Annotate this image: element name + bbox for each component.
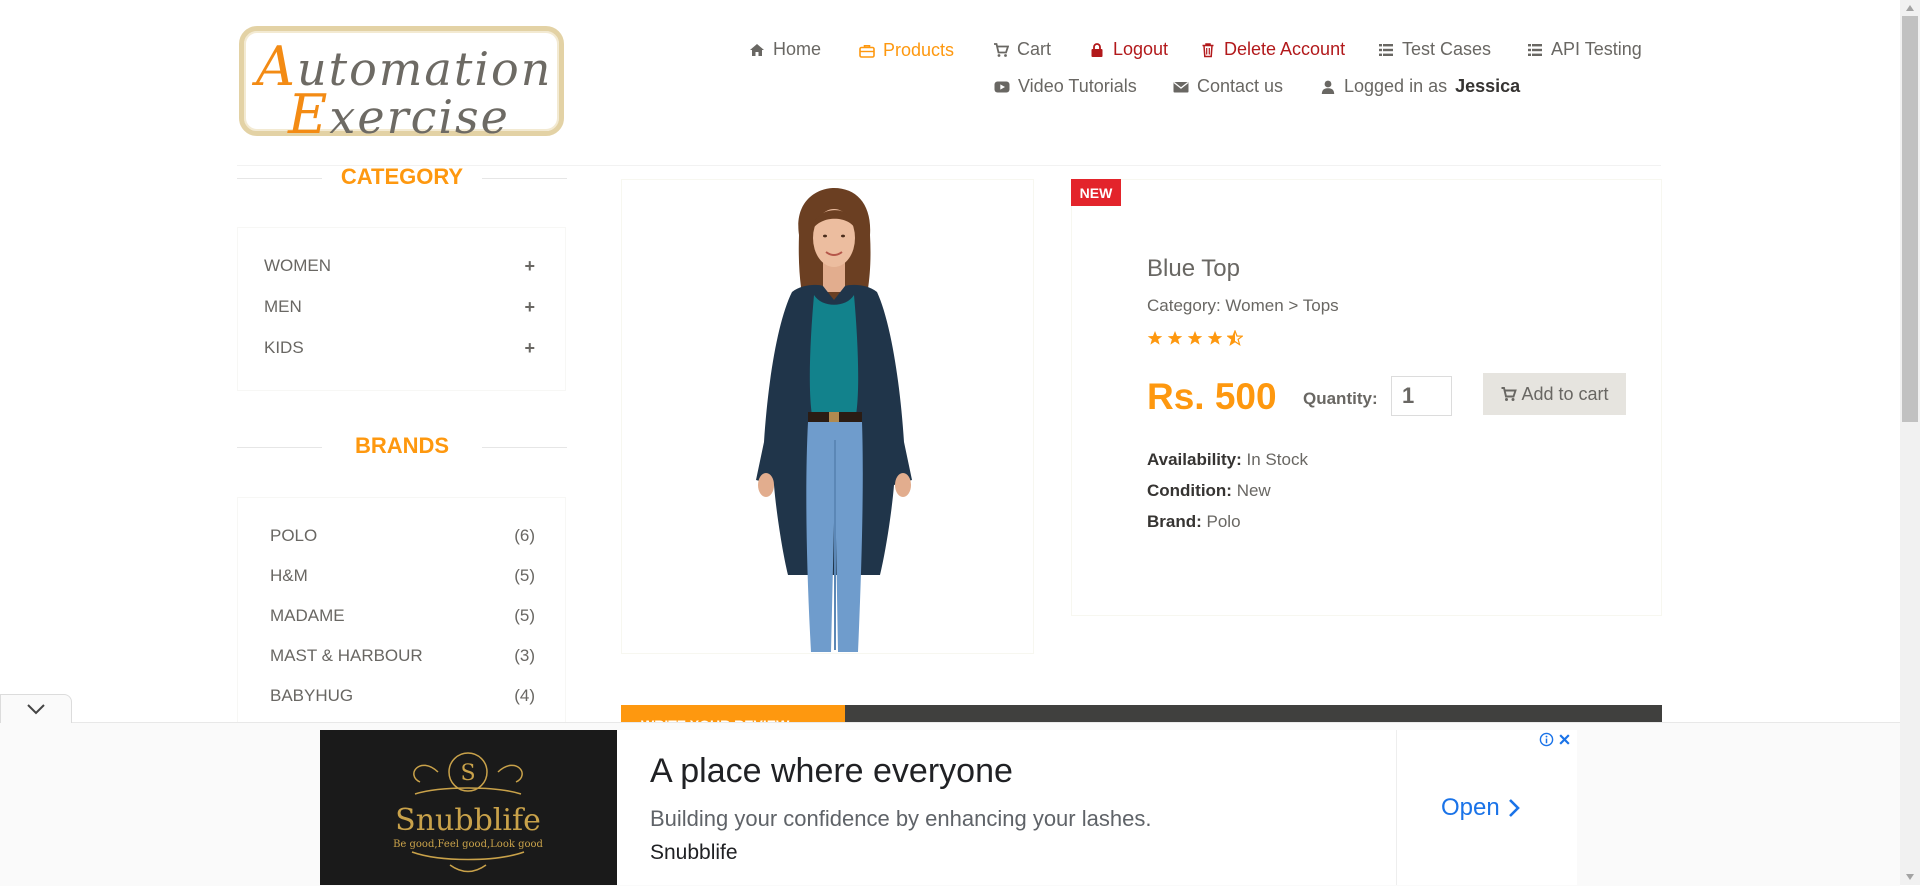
category-women[interactable]: WOMEN +: [264, 256, 535, 277]
snubblife-logo: S Snubblife Be good,Feel good,Look good: [393, 752, 544, 873]
svg-text:Be good,Feel good,Look good: Be good,Feel good,Look good: [393, 839, 543, 850]
svg-text:Snubblife: Snubblife: [395, 803, 541, 838]
rating-stars: [1147, 330, 1243, 346]
username: Jessica: [1455, 76, 1521, 96]
category-heading: CATEGORY: [237, 164, 567, 190]
availability: Availability: In Stock: [1147, 450, 1308, 469]
brand-mast-harbour[interactable]: MAST & HARBOUR (3): [270, 646, 535, 666]
category-panel: WOMEN + MEN + KIDS +: [237, 227, 566, 391]
logo-line-2: Exercise: [288, 83, 510, 146]
chevron-right-icon: [1508, 799, 1520, 817]
nav-logged-in-user: Logged in as Jessica: [1320, 76, 1520, 97]
new-badge: NEW: [1071, 179, 1121, 206]
star-icon: [1167, 331, 1183, 345]
brands-heading: BRANDS: [237, 433, 567, 459]
ad-open-button[interactable]: Open: [1441, 794, 1520, 822]
nav-home[interactable]: Home: [749, 39, 821, 60]
lock-icon: [1091, 42, 1103, 57]
site-logo[interactable]: Automation Exercise: [239, 26, 564, 146]
category-kids[interactable]: KIDS +: [264, 338, 535, 359]
nav-api-testing[interactable]: API Testing: [1527, 39, 1642, 60]
cart-icon: [994, 42, 1009, 57]
collapse-ad-button[interactable]: [0, 694, 72, 723]
triangle-up-icon: [1906, 5, 1914, 11]
ad-headline[interactable]: A place where everyone: [650, 752, 1013, 791]
brand: Brand: Polo: [1147, 512, 1241, 531]
brand-madame[interactable]: MADAME (5): [270, 606, 535, 626]
product-title: Blue Top: [1147, 255, 1240, 282]
chevron-down-icon: [27, 704, 45, 715]
envelope-icon: [1173, 81, 1189, 92]
plus-icon[interactable]: +: [524, 338, 535, 359]
home-icon: [750, 43, 764, 56]
heading-rule: [237, 447, 322, 448]
star-icon: [1187, 331, 1203, 345]
cart-icon: [1501, 387, 1518, 401]
youtube-icon: [994, 81, 1010, 92]
ad-divider: [1396, 730, 1397, 885]
brands-panel: POLO (6) H&M (5) MADAME (5) MAST & HARBOUR(…: [237, 497, 566, 727]
heading-rule: [482, 447, 567, 448]
nav-contact-us[interactable]: Contact us: [1173, 76, 1283, 97]
star-half-icon: [1227, 330, 1243, 346]
ad-advertiser[interactable]: Snubblife: [650, 841, 738, 865]
close-icon[interactable]: [1558, 733, 1571, 746]
scroll-down-arrow[interactable]: [1900, 869, 1920, 885]
quantity-input[interactable]: [1391, 376, 1452, 416]
nav-delete-account[interactable]: Delete Account: [1200, 39, 1345, 60]
nav-logout[interactable]: Logout: [1089, 39, 1168, 60]
ad-logo-image[interactable]: S Snubblife Be good,Feel good,Look good: [320, 730, 617, 885]
heading-rule: [482, 178, 567, 179]
triangle-down-icon: [1906, 874, 1914, 880]
ad-choices: [1539, 732, 1571, 747]
ad-description[interactable]: Building your confidence by enhancing yo…: [650, 806, 1151, 832]
user-icon: [1321, 80, 1335, 94]
plus-icon[interactable]: +: [524, 297, 535, 318]
add-to-cart-button[interactable]: Add to cart: [1483, 373, 1626, 415]
nav-video-tutorials[interactable]: Video Tutorials: [994, 76, 1137, 97]
heading-rule: [237, 178, 322, 179]
svg-text:S: S: [460, 761, 475, 786]
scrollbar-thumb[interactable]: [1902, 16, 1918, 422]
briefcase-icon: [859, 44, 875, 58]
product-photo: [756, 188, 912, 652]
list-icon: [1528, 43, 1542, 56]
list-icon: [1379, 43, 1393, 56]
product-price: Rs. 500: [1147, 376, 1277, 417]
info-icon[interactable]: [1539, 732, 1554, 747]
star-icon: [1207, 331, 1223, 345]
trash-icon: [1202, 42, 1214, 57]
brand-babyhug[interactable]: BABYHUG (4): [270, 686, 535, 706]
product-image: [621, 179, 1034, 654]
quantity-label: Quantity:: [1303, 389, 1378, 408]
category-men[interactable]: MEN +: [264, 297, 535, 318]
nav-test-cases[interactable]: Test Cases: [1378, 39, 1491, 60]
star-icon: [1147, 331, 1163, 345]
brand-hm[interactable]: H&M (5): [270, 566, 535, 586]
nav-products[interactable]: Products: [859, 40, 954, 61]
plus-icon[interactable]: +: [524, 256, 535, 277]
brand-polo[interactable]: POLO (6): [270, 526, 535, 546]
scroll-up-arrow[interactable]: [1900, 0, 1920, 16]
nav-cart[interactable]: Cart: [993, 39, 1051, 60]
product-category: Category: Women > Tops: [1147, 296, 1339, 315]
condition: Condition: New: [1147, 481, 1271, 500]
